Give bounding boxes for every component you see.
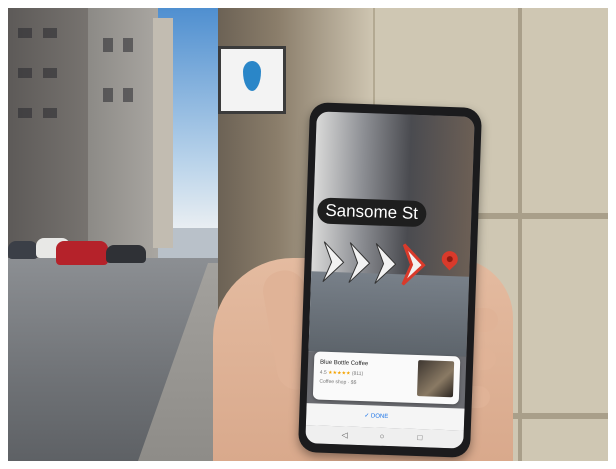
car (106, 245, 146, 263)
window (43, 68, 57, 78)
smartphone: Sansome St Blue Bottle Coffee 4.5 ★★★★★ … (297, 102, 483, 458)
window (123, 38, 133, 52)
direction-chevron-active-icon (401, 243, 426, 286)
window (43, 28, 57, 38)
car (8, 241, 38, 259)
parked-cars (8, 233, 178, 278)
home-icon[interactable]: ○ (379, 432, 384, 441)
done-label: DONE (370, 413, 389, 421)
window (103, 38, 113, 52)
street-name-label: Sansome St (316, 197, 427, 228)
window (18, 108, 32, 118)
blue-bottle-drop-icon (243, 61, 261, 91)
done-button[interactable]: ✓ DONE (364, 412, 388, 420)
storefront-sign (218, 46, 286, 114)
window (103, 88, 113, 102)
street-photo: Sansome St Blue Bottle Coffee 4.5 ★★★★★ … (8, 8, 608, 461)
checkmark-icon: ✓ (364, 413, 370, 420)
window (123, 88, 133, 102)
rating-stars-icon: ★★★★★ (327, 369, 351, 377)
place-review-count: (811) (351, 370, 364, 378)
place-title: Blue Bottle Coffee (319, 359, 369, 368)
car (56, 241, 108, 265)
window (43, 108, 57, 118)
direction-chevron-icon (374, 243, 397, 284)
phone-screen: Sansome St Blue Bottle Coffee 4.5 ★★★★★ … (305, 111, 475, 449)
back-icon[interactable]: ◁ (341, 430, 347, 439)
place-rating-row: 4.5 ★★★★★ (811) (320, 370, 364, 378)
distant-building (153, 18, 173, 248)
place-rating: 4.5 (319, 369, 327, 376)
window (18, 68, 32, 78)
recents-icon[interactable]: □ (417, 433, 422, 442)
left-building (8, 8, 98, 268)
direction-chevron-icon (322, 241, 345, 283)
direction-chevron-icon (348, 242, 371, 283)
window (18, 28, 32, 38)
place-card[interactable]: Blue Bottle Coffee 4.5 ★★★★★ (811) Coffe… (312, 351, 461, 405)
stone-groove (518, 8, 522, 461)
place-meta: Coffee shop · $$ (319, 378, 357, 386)
place-thumbnail[interactable] (416, 360, 455, 398)
